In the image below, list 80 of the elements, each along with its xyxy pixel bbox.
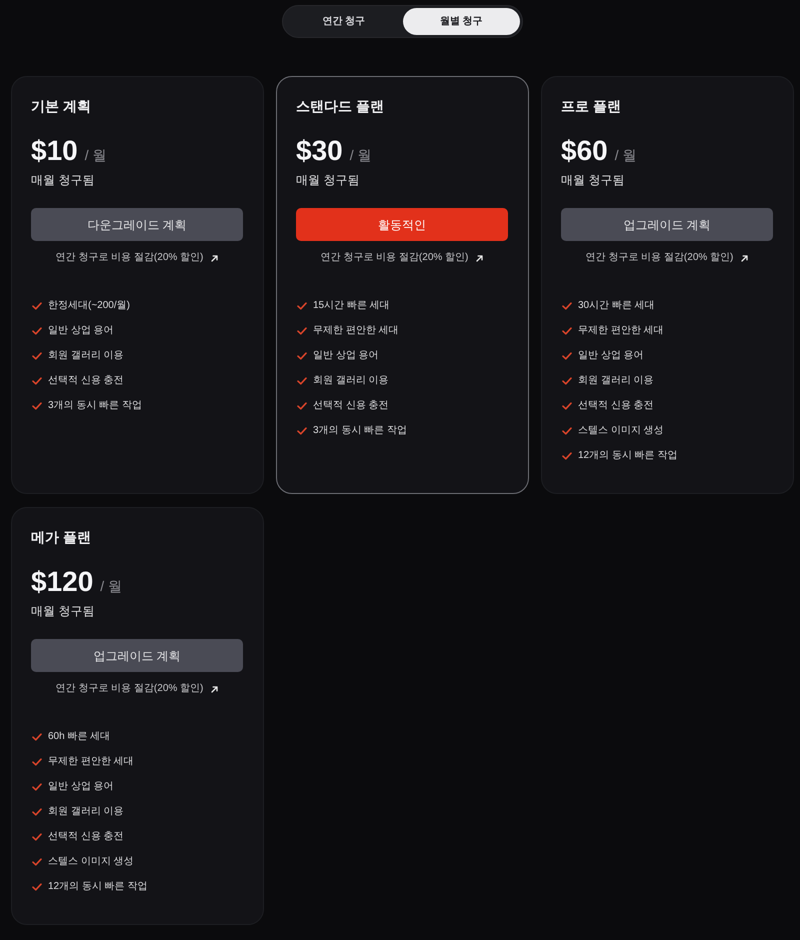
- price-period: / 월: [84, 146, 106, 164]
- feature-text: 무제한 편안한 세대: [578, 324, 664, 338]
- check-icon: [562, 327, 572, 335]
- feature-text: 60h 빠른 세대: [48, 730, 110, 744]
- billing-note: 매월 청구됨: [561, 172, 626, 188]
- feature-text: 일반 상업 용어: [578, 349, 644, 363]
- check-icon: [32, 327, 42, 335]
- plan-button[interactable]: 업그레이드 계획: [31, 639, 243, 672]
- annual-billing-link[interactable]: 연간 청구로 비용 절감(20% 할인): [320, 251, 468, 265]
- feature-text: 스텔스 이미지 생성: [578, 424, 664, 438]
- price-period: / 월: [100, 577, 122, 595]
- plan-name: 메가 플랜: [31, 528, 92, 546]
- plan-button[interactable]: 다운그레이드 계획: [31, 208, 243, 241]
- check-icon: [32, 758, 42, 766]
- check-icon: [562, 377, 572, 385]
- check-icon: [562, 427, 572, 435]
- plan-price: $60: [561, 134, 608, 168]
- billing-tab[interactable]: 월별 청구: [402, 8, 520, 35]
- plan-price: $30: [296, 134, 343, 168]
- feature-text: 3개의 동시 빠른 작업: [313, 424, 407, 438]
- billing-note: 매월 청구됨: [31, 603, 96, 619]
- price-period: / 월: [350, 146, 372, 164]
- feature-text: 일반 상업 용어: [48, 324, 114, 338]
- check-icon: [562, 402, 572, 410]
- feature-text: 선택적 신용 충전: [48, 374, 124, 388]
- feature-text: 일반 상업 용어: [48, 780, 114, 794]
- check-icon: [32, 302, 42, 310]
- check-icon: [297, 427, 307, 435]
- check-icon: [297, 352, 307, 360]
- plan-name: 스탠다드 플랜: [296, 97, 385, 115]
- check-icon: [32, 808, 42, 816]
- annual-billing-link[interactable]: 연간 청구로 비용 절감(20% 할인): [586, 251, 734, 265]
- feature-text: 회원 갤러리 이용: [313, 374, 389, 388]
- arrow-up-right-icon: [211, 254, 218, 262]
- check-icon: [297, 402, 307, 410]
- plan-price: $120: [31, 565, 94, 599]
- feature-text: 회원 갤러리 이용: [578, 374, 654, 388]
- price-period: / 월: [614, 146, 636, 164]
- plan-button[interactable]: 업그레이드 계획: [561, 208, 773, 241]
- check-icon: [32, 883, 42, 891]
- check-icon: [32, 402, 42, 410]
- arrow-up-right-icon: [211, 686, 218, 692]
- feature-text: 선택적 신용 충전: [313, 399, 389, 413]
- check-icon: [32, 858, 42, 866]
- feature-text: 12개의 동시 빠른 작업: [578, 449, 678, 463]
- feature-text: 선택적 신용 충전: [48, 830, 124, 844]
- feature-text: 무제한 편안한 세대: [313, 324, 399, 338]
- feature-text: 3개의 동시 빠른 작업: [48, 399, 142, 413]
- check-icon: [32, 783, 42, 791]
- plan-name: 프로 플랜: [561, 97, 622, 115]
- check-icon: [562, 302, 572, 310]
- billing-note: 매월 청구됨: [296, 172, 360, 188]
- check-icon: [32, 377, 42, 385]
- feature-text: 회원 갤러리 이용: [48, 349, 124, 363]
- arrow-up-right-icon: [741, 254, 748, 262]
- feature-text: 15시간 빠른 세대: [313, 299, 390, 313]
- check-icon: [562, 452, 572, 460]
- annual-billing-link[interactable]: 연간 청구로 비용 절감(20% 할인): [56, 682, 204, 696]
- check-icon: [562, 352, 572, 360]
- check-icon: [32, 352, 42, 360]
- check-icon: [297, 302, 307, 310]
- billing-note: 매월 청구됨: [31, 172, 96, 188]
- billing-tab[interactable]: 연간 청구: [285, 8, 402, 35]
- arrow-up-right-icon: [476, 254, 484, 262]
- feature-text: 일반 상업 용어: [313, 349, 379, 363]
- feature-text: 회원 갤러리 이용: [48, 805, 124, 819]
- check-icon: [32, 733, 42, 741]
- annual-billing-link[interactable]: 연간 청구로 비용 절감(20% 할인): [56, 251, 204, 265]
- check-icon: [32, 833, 42, 841]
- feature-text: 선택적 신용 충전: [578, 399, 654, 413]
- plan-name: 기본 계획: [31, 97, 92, 115]
- plan-price: $10: [31, 134, 78, 168]
- feature-text: 스텔스 이미지 생성: [48, 855, 134, 869]
- check-icon: [297, 377, 307, 385]
- feature-text: 무제한 편안한 세대: [48, 755, 134, 769]
- plan-button[interactable]: 활동적인: [296, 208, 508, 241]
- feature-text: 12개의 동시 빠른 작업: [48, 880, 148, 894]
- check-icon: [297, 327, 307, 335]
- feature-text: 30시간 빠른 세대: [578, 299, 655, 313]
- feature-text: 한정세대(~200/월): [48, 299, 130, 313]
